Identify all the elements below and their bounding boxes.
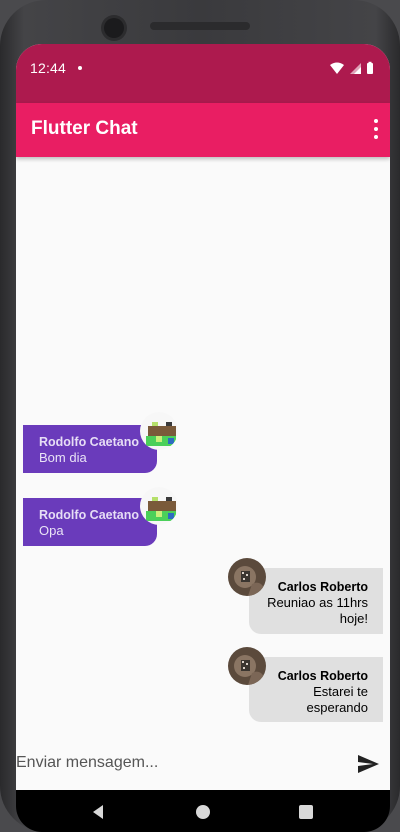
wifi-icon (330, 62, 344, 74)
message-text: Reuniao as 11hrs (267, 595, 368, 610)
notification-dot-icon (78, 66, 82, 70)
message-bubble: Carlos Roberto Estarei te esperando (249, 657, 383, 722)
message-list: Rodolfo Caetano Bom dia Rodolfo Caetano … (16, 157, 390, 740)
message-sender: Rodolfo Caetano (39, 435, 139, 449)
system-nav-bar (16, 790, 390, 832)
message-text: esperando (306, 700, 368, 715)
app-bar: Flutter Chat (16, 103, 390, 157)
message-sender: Carlos Roberto (277, 580, 368, 594)
message-bubble: Rodolfo Caetano Opa (23, 498, 157, 546)
message-bubble: Rodolfo Caetano Bom dia (23, 425, 157, 473)
status-bar: 12:44 (16, 44, 390, 103)
send-icon[interactable] (356, 752, 380, 776)
message-text: hoje! (339, 611, 368, 626)
more-vert-icon[interactable] (366, 115, 386, 145)
front-camera (104, 18, 124, 38)
status-time: 12:44 (30, 60, 67, 76)
message-text: Bom dia (39, 450, 87, 465)
app-title: Flutter Chat (31, 118, 138, 139)
earpiece-speaker (150, 22, 250, 30)
message-text: Opa (39, 523, 64, 538)
recent-apps-icon[interactable] (299, 805, 313, 819)
message-bubble: Carlos Roberto Reuniao as 11hrs hoje! (249, 568, 383, 634)
message-text: Estarei te (313, 684, 368, 699)
battery-icon (367, 63, 373, 74)
avatar (228, 647, 266, 685)
back-icon[interactable] (90, 804, 106, 820)
message-sender: Rodolfo Caetano (39, 508, 139, 522)
home-icon[interactable] (196, 805, 210, 819)
app-screen: 12:44 Flutter Chat Rodolfo Caetano Bom d… (16, 44, 390, 790)
status-icons (330, 61, 373, 74)
message-sender: Carlos Roberto (277, 669, 368, 683)
message-input[interactable] (16, 748, 336, 778)
composer-bar (16, 740, 390, 790)
avatar (140, 487, 178, 525)
avatar (228, 558, 266, 596)
avatar (140, 412, 178, 450)
